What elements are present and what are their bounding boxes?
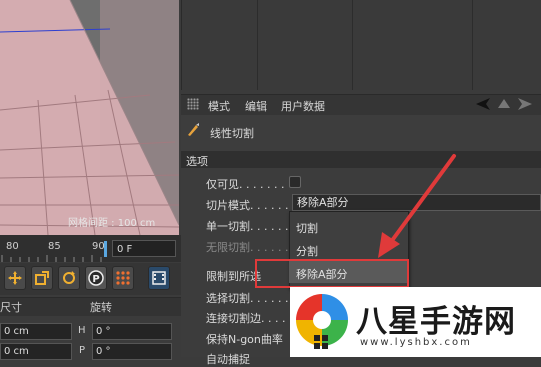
up-arrow-icon[interactable] [498, 99, 510, 108]
menu-user-data[interactable]: 用户数据 [281, 98, 325, 114]
watermark-logo-icon [296, 294, 348, 349]
viewport-scene [0, 0, 179, 235]
menu-mode[interactable]: 模式 [208, 98, 230, 114]
single-cut-label: 单一切割. . . . . . [206, 220, 289, 233]
back-arrow-icon[interactable] [476, 98, 490, 110]
knife-tool-icon [188, 123, 199, 136]
keep-ngon-curvature-label: 保持N-gon曲率 [206, 333, 283, 346]
annotation-arrow-icon [378, 154, 456, 258]
tool-title: 线性切割 [210, 127, 254, 140]
rotation-column-header: 旋转 [90, 301, 112, 314]
scale-tool-icon[interactable] [31, 266, 53, 290]
grid-spacing-label: 网格间距 : 100 cm [68, 218, 156, 229]
panel-grip-icon[interactable] [187, 98, 199, 110]
options-section-bar[interactable] [181, 151, 541, 168]
current-frame-field[interactable]: 0 F [112, 240, 176, 257]
render-view-icon[interactable] [148, 266, 170, 290]
rotation-h-field[interactable]: 0 ° [92, 323, 172, 340]
points-mode-icon[interactable] [112, 266, 134, 290]
auto-snap-label: 自动捕捉 [206, 353, 250, 366]
popup-option-split[interactable]: 分割 [296, 243, 318, 259]
infinite-cut-label: 无限切割. . . . . . [206, 241, 289, 254]
forward-arrow-icon[interactable] [518, 98, 532, 110]
popup-option-cut[interactable]: 切割 [296, 220, 318, 236]
size-column-header: 尺寸 [0, 301, 22, 314]
3d-viewport[interactable]: 网格间距 : 100 cm [0, 0, 179, 235]
watermark-url: www.lyshbx.com [360, 337, 472, 348]
connect-cut-edges-label: 连接切割边. . . . . [206, 312, 293, 325]
axis-p-label: P [79, 345, 86, 356]
rotate-tool-icon[interactable] [58, 266, 80, 290]
nav-arrows [476, 98, 532, 110]
menu-edit[interactable]: 编辑 [245, 98, 267, 114]
size-x-field[interactable]: 0 cm [0, 323, 72, 340]
visible-only-checkbox[interactable] [289, 176, 301, 188]
visible-only-label: 仅可见. . . . . . . [206, 178, 285, 191]
rotation-p-field[interactable]: 0 ° [92, 343, 172, 360]
select-cuts-label: 选择切割. . . . . . [206, 292, 289, 305]
upper-manager-panel [181, 0, 541, 90]
watermark-title: 八星手游网 [356, 304, 516, 340]
svg-text:P: P [92, 274, 99, 285]
slice-mode-label: 切片模式. . . . . . [206, 199, 289, 212]
annotation-highlight-box [255, 259, 409, 288]
live-selection-tool-icon[interactable]: P [85, 266, 107, 290]
size-y-field[interactable]: 0 cm [0, 343, 72, 360]
limit-to-selection-label: 限制到所选 [206, 270, 261, 283]
move-tool-icon[interactable] [4, 266, 26, 290]
options-section-title: 选项 [186, 155, 208, 168]
axis-h-label: H [78, 325, 86, 336]
